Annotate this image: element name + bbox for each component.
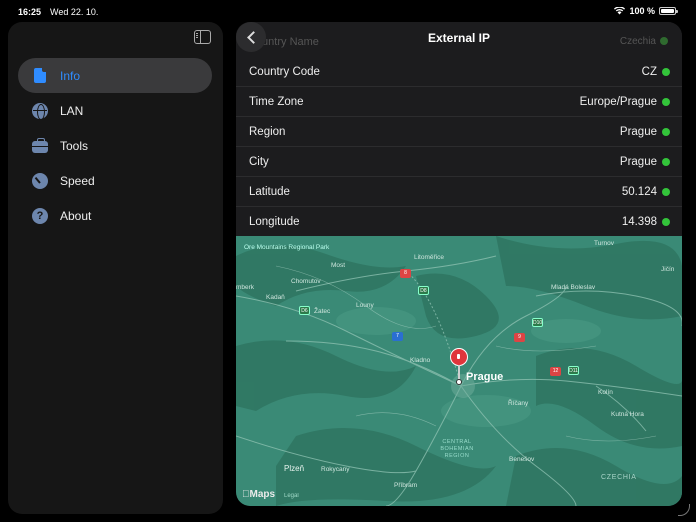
gauge-icon	[32, 172, 48, 189]
sidebar-item-label: About	[60, 208, 92, 223]
wifi-icon	[614, 7, 626, 15]
road-shield-icon: 7	[392, 332, 403, 341]
status-dot-icon	[662, 157, 670, 166]
row-label: Latitude	[249, 185, 290, 198]
map-label: Kladno	[410, 357, 431, 364]
road-shield-icon: 9	[514, 333, 525, 342]
row-value-text: CZ	[641, 65, 657, 78]
row-value: Prague	[620, 126, 670, 138]
maps-logo-text: Maps	[242, 489, 276, 500]
row-value: CZ	[642, 66, 670, 78]
list-item: Region Prague	[236, 117, 682, 147]
map-label: Jičín	[661, 266, 675, 273]
sidebar-item-info[interactable]: Info	[18, 58, 212, 93]
maps-logo: Maps	[242, 489, 275, 500]
row-value: Europe/Prague	[580, 96, 670, 108]
globe-icon	[32, 102, 48, 120]
road-shield-icon: D11	[568, 366, 579, 375]
list-item: Country Code CZ	[236, 57, 682, 87]
sidebar-item-label: LAN	[60, 103, 84, 118]
map-label: Rokycany	[321, 466, 350, 473]
status-date: Wed 22. 10.	[50, 7, 99, 17]
map-country-label: CZECHIA	[601, 474, 637, 481]
road-shield-icon: D10	[532, 318, 543, 327]
status-dot-icon	[662, 97, 670, 106]
road-shield-icon: D6	[299, 306, 310, 315]
row-label: Longitude	[249, 216, 300, 228]
document-icon	[34, 68, 46, 83]
status-time: 16:25	[18, 7, 42, 17]
sidebar-item-tools[interactable]: Tools	[18, 128, 212, 163]
row-label: Region	[249, 125, 286, 138]
map-label: Louny	[356, 302, 374, 309]
row-value: Prague	[620, 156, 670, 168]
map-label: Kolín	[598, 389, 613, 396]
sidebar-item-label: Tools	[60, 138, 89, 153]
sidebar-item-label: Speed	[60, 173, 95, 188]
row-value-text: Prague	[619, 125, 657, 138]
map-label: Mladá Boleslav	[551, 284, 596, 291]
sidebar-item-speed[interactable]: Speed	[18, 163, 212, 198]
map-label: mberk	[236, 284, 255, 291]
sidebar-nav: Info LAN Tools Speed ? About	[18, 58, 212, 233]
info-icon: ?	[32, 207, 48, 224]
road-shield-icon: 8	[400, 269, 411, 278]
map-label: Plzeň	[284, 464, 305, 473]
row-value-text: Prague	[619, 155, 657, 168]
list-item: City Prague	[236, 147, 682, 177]
status-dot-icon	[662, 187, 670, 196]
status-right: 100 %	[614, 6, 678, 16]
list-item: Latitude 50.124	[236, 177, 682, 207]
location-pin-icon[interactable]	[450, 348, 468, 366]
row-value: 14.398	[622, 216, 670, 228]
map-label: Kadaň	[266, 294, 285, 301]
row-value-text: Europe/Prague	[579, 95, 657, 108]
page-title: External IP	[427, 31, 491, 45]
sidebar-item-lan[interactable]: LAN	[18, 93, 212, 128]
map-label: Ore Mountains Regional Park	[244, 244, 330, 251]
battery-icon	[659, 7, 678, 15]
map-city-label: Prague	[466, 371, 504, 383]
row-value-text: 14.398	[621, 216, 657, 228]
list-item: Longitude 14.398	[236, 207, 682, 237]
sidebar-item-about[interactable]: ? About	[18, 198, 212, 233]
sidebar-item-label: Info	[60, 68, 81, 83]
row-label: City	[249, 155, 269, 168]
road-shield-icon: 12	[550, 367, 561, 376]
navigation-bar: Country Name Czechia External IP	[236, 22, 682, 54]
detail-panel: Country Name Czechia External IP Country…	[236, 22, 682, 506]
status-dot-icon	[662, 218, 670, 226]
map-label: Most	[331, 262, 346, 269]
map-label: Žatec	[314, 308, 331, 315]
status-dot-icon	[662, 67, 670, 76]
sidebar-toggle-icon[interactable]	[194, 30, 211, 44]
map-label: Chomutov	[291, 278, 321, 285]
map-region-label: CENTRAL BOHEMIAN REGION	[440, 439, 474, 459]
pin-stem	[458, 365, 460, 379]
map-label: Příbram	[394, 482, 418, 489]
list-item: Time Zone Europe/Prague	[236, 87, 682, 117]
location-dot-icon	[456, 379, 462, 385]
status-dot-icon	[662, 127, 670, 136]
map-label: Turnov	[594, 240, 614, 247]
road-shield-icon: D8	[418, 286, 429, 295]
map-label: Benešov	[509, 456, 535, 463]
row-value-text: 50.124	[621, 185, 657, 198]
battery-percentage: 100 %	[629, 6, 655, 16]
resize-handle-icon[interactable]	[678, 504, 690, 516]
row-label: Country Code	[249, 65, 320, 78]
location-map[interactable]: Ore Mountains Regional Park mberk Most C…	[236, 236, 682, 506]
legal-link[interactable]: Legal	[284, 493, 299, 499]
toolbox-icon	[32, 137, 48, 153]
sidebar: Info LAN Tools Speed ? About	[8, 22, 223, 514]
info-list: Country Code CZ Time Zone Europe/Prague …	[236, 57, 682, 237]
row-label: Time Zone	[249, 95, 304, 108]
status-bar: 16:25 Wed 22. 10. 100 %	[0, 0, 696, 22]
row-value: 50.124	[622, 186, 670, 198]
map-label: Kutná Hora	[611, 411, 644, 418]
map-label: Říčany	[508, 400, 529, 407]
map-label: Litoměřice	[414, 254, 444, 261]
